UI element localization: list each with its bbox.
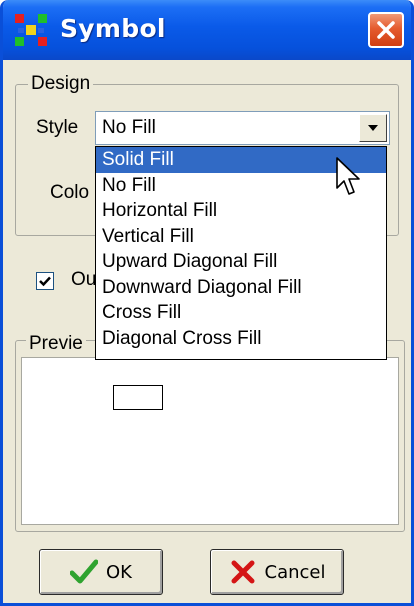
cancel-button[interactable]: Cancel	[210, 549, 344, 595]
outline-checkbox[interactable]	[36, 272, 54, 290]
symbol-dialog: Symbol Design Style No Fill Colo Ou Prev…	[0, 0, 414, 606]
dropdown-option-horizontal-fill[interactable]: Horizontal Fill	[96, 198, 386, 224]
dropdown-option-vertical-fill[interactable]: Vertical Fill	[96, 224, 386, 250]
style-combobox[interactable]: No Fill	[95, 111, 390, 145]
cancel-x-icon	[231, 560, 254, 584]
dropdown-option-cross-fill[interactable]: Cross Fill	[96, 300, 386, 326]
window-title: Symbol	[60, 14, 166, 43]
checkmark-icon	[39, 276, 51, 287]
preview-area	[21, 357, 399, 525]
checkmark-icon	[70, 559, 98, 584]
dropdown-option-downward-diagonal-fill[interactable]: Downward Diagonal Fill	[96, 275, 386, 301]
mouse-cursor-icon	[336, 157, 360, 195]
style-combobox-arrow-button[interactable]	[359, 114, 387, 142]
dropdown-option-upward-diagonal-fill[interactable]: Upward Diagonal Fill	[96, 249, 386, 275]
cancel-button-label: Cancel	[264, 561, 326, 583]
app-icon	[15, 14, 47, 46]
preview-swatch	[113, 385, 163, 410]
chevron-down-icon	[368, 125, 378, 131]
style-label: Style	[36, 117, 79, 138]
preview-group-label: Previe	[26, 333, 86, 355]
ok-button[interactable]: OK	[39, 549, 163, 595]
title-bar[interactable]: Symbol	[3, 0, 411, 60]
design-group-label: Design	[28, 73, 94, 95]
style-combobox-value: No Fill	[102, 117, 156, 138]
ok-button-label: OK	[106, 561, 132, 583]
dropdown-option-diagonal-cross-fill[interactable]: Diagonal Cross Fill	[96, 326, 386, 352]
close-button[interactable]	[368, 12, 404, 48]
close-icon	[377, 21, 395, 39]
color-label: Colo	[50, 182, 90, 203]
outline-label: Ou	[71, 269, 97, 290]
